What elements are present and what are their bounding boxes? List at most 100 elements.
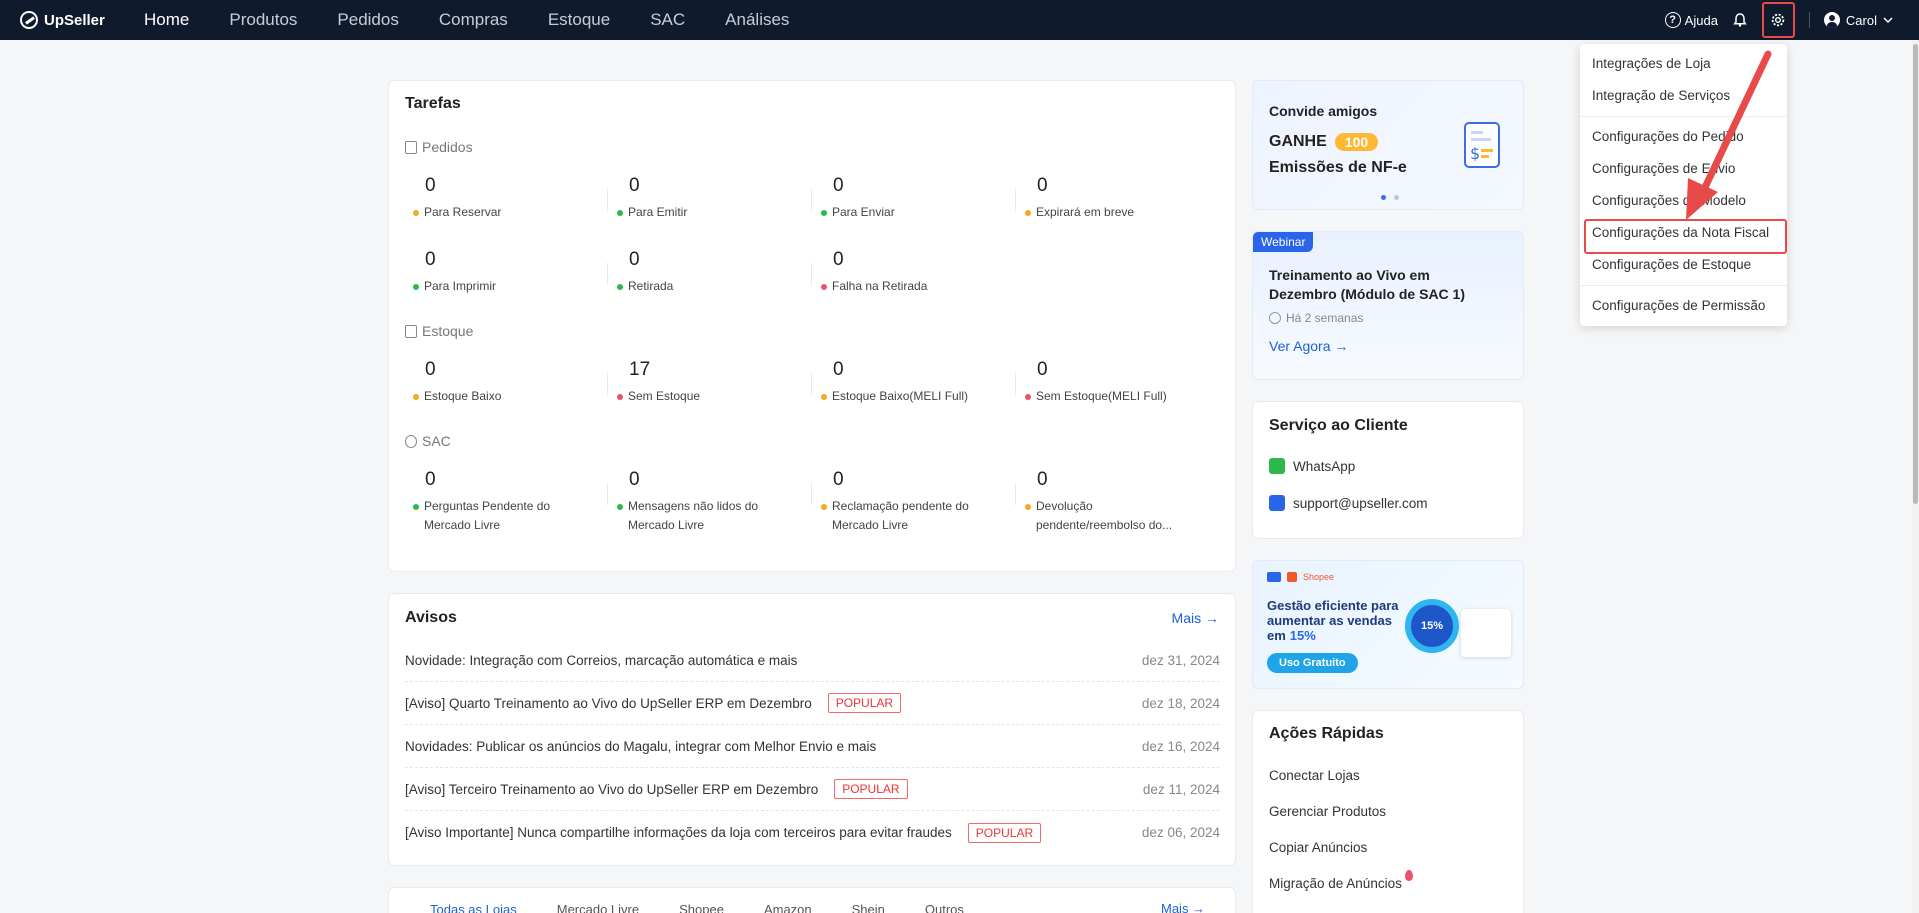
status-dot — [413, 284, 419, 290]
status-dot — [413, 504, 419, 510]
stat-estoque-baixo-full[interactable]: 0 Estoque Baixo(MELI Full) — [821, 359, 1001, 406]
quick-actions-card: Ações Rápidas Conectar Lojas Gerenciar P… — [1252, 710, 1524, 913]
stat-value: 0 — [425, 469, 436, 490]
status-dot — [617, 394, 623, 400]
nav-pedidos[interactable]: Pedidos — [337, 10, 398, 30]
notices-card: Avisos Mais → Novidade: Integração com C… — [388, 593, 1236, 866]
nav-estoque[interactable]: Estoque — [548, 10, 610, 30]
tab-mercado-livre[interactable]: Mercado Livre — [557, 902, 639, 913]
notice-item[interactable]: [Aviso] Terceiro Treinamento ao Vivo do … — [405, 768, 1220, 811]
status-dot — [1025, 394, 1031, 400]
user-name: Carol — [1845, 12, 1877, 28]
brand-logo[interactable]: UpSeller — [20, 11, 120, 29]
partner-logo-icon — [1267, 572, 1281, 582]
promo-cta[interactable]: Uso Gratuito — [1267, 653, 1358, 673]
tab-amazon[interactable]: Amazon — [764, 902, 812, 913]
chevron-down-icon — [1883, 17, 1893, 24]
promo-line2: aumentar as vendas — [1267, 613, 1393, 628]
stat-label: Sem Estoque — [628, 389, 701, 403]
status-dot — [617, 284, 623, 290]
whatsapp-link[interactable]: WhatsApp — [1269, 458, 1355, 474]
quick-action-migration[interactable]: Migração de Anúncios — [1269, 870, 1413, 891]
tab-shopee[interactable]: Shopee — [679, 902, 724, 913]
svg-text:$: $ — [1470, 144, 1480, 163]
stat-sem-estoque[interactable]: 17 Sem Estoque — [617, 359, 797, 406]
logo-icon — [20, 11, 38, 29]
email-link[interactable]: support@upseller.com — [1269, 495, 1428, 511]
bell-icon[interactable] — [1732, 12, 1748, 28]
stat-devolucao[interactable]: 0 Devolução pendente/reembolso do... — [1025, 469, 1185, 535]
page-scrollbar[interactable] — [1912, 40, 1919, 913]
notice-item[interactable]: [Aviso Importante] Nunca compartilhe inf… — [405, 811, 1220, 854]
tab-shein[interactable]: Shein — [852, 902, 885, 913]
nav-produtos[interactable]: Produtos — [229, 10, 297, 30]
stat-sem-estoque-full[interactable]: 0 Sem Estoque(MELI Full) — [1025, 359, 1205, 406]
nav-compras[interactable]: Compras — [439, 10, 508, 30]
notices-more-link[interactable]: Mais → — [1172, 610, 1219, 626]
notice-text: Novidade: Integração com Correios, marca… — [405, 652, 798, 668]
stat-para-emitir[interactable]: 0 Para Emitir — [617, 175, 797, 222]
notice-item[interactable]: Novidade: Integração com Correios, marca… — [405, 639, 1220, 682]
carousel-dot[interactable] — [1394, 195, 1399, 200]
status-dot — [1025, 210, 1031, 216]
stat-mensagens[interactable]: 0 Mensagens não lidos do Mercado Livre — [617, 469, 777, 535]
quick-action-connect[interactable]: Conectar Lojas — [1269, 768, 1360, 783]
divider — [1015, 189, 1016, 211]
divider — [811, 189, 812, 211]
clock-icon — [1269, 312, 1281, 324]
notice-item[interactable]: Novidades: Publicar os anúncios do Magal… — [405, 725, 1220, 768]
webinar-card[interactable]: Webinar Treinamento ao Vivo em Dezembro … — [1252, 231, 1524, 380]
percent-ring-icon: 15% — [1405, 599, 1459, 653]
stat-label: Para Reservar — [424, 205, 502, 219]
stat-retirada[interactable]: 0 Retirada — [617, 249, 797, 296]
invite-title: Convide amigos — [1269, 103, 1378, 119]
whatsapp-label: WhatsApp — [1293, 458, 1356, 474]
stat-value: 0 — [425, 175, 436, 196]
fire-icon — [1404, 870, 1413, 881]
invite-banner[interactable]: Convide amigos GANHE 100 Emissões de NF-… — [1252, 80, 1524, 210]
stat-para-imprimir[interactable]: 0 Para Imprimir — [413, 249, 593, 296]
stat-perguntas[interactable]: 0 Perguntas Pendente do Mercado Livre — [413, 469, 573, 535]
stat-estoque-baixo[interactable]: 0 Estoque Baixo — [413, 359, 593, 406]
nav-sac[interactable]: SAC — [650, 10, 685, 30]
annotation-arrow-icon — [1686, 50, 1772, 220]
promo-banner[interactable]: Shopee Gestão eficiente para aumentar as… — [1252, 560, 1524, 689]
shopee-icon — [1287, 572, 1297, 582]
stat-label: Perguntas Pendente do Mercado Livre — [424, 499, 551, 532]
brand-name: UpSeller — [44, 11, 105, 29]
settings-button[interactable] — [1761, 2, 1795, 38]
invite-ganhe: GANHE — [1269, 133, 1327, 150]
gear-icon — [1772, 13, 1785, 27]
menu-config-permissao[interactable]: Configurações de Permissão — [1592, 298, 1765, 313]
stat-reclamacao[interactable]: 0 Reclamação pendente do Mercado Livre — [821, 469, 981, 535]
notice-item[interactable]: [Aviso] Quarto Treinamento ao Vivo do Up… — [405, 682, 1220, 725]
stat-value: 0 — [1037, 175, 1048, 196]
scrollbar-thumb[interactable] — [1913, 44, 1918, 504]
status-dot — [617, 504, 623, 510]
webinar-cta[interactable]: Ver Agora → — [1269, 338, 1348, 354]
user-menu[interactable]: Carol — [1823, 12, 1893, 28]
stat-label: Para Emitir — [628, 205, 688, 219]
nav-analises[interactable]: Análises — [725, 10, 789, 30]
promo-line1: Gestão eficiente para — [1267, 598, 1399, 613]
menu-config-estoque[interactable]: Configurações de Estoque — [1592, 257, 1751, 272]
stat-falha-retirada[interactable]: 0 Falha na Retirada — [821, 249, 1001, 296]
stat-value: 17 — [629, 359, 651, 380]
support-title: Serviço ao Cliente — [1269, 417, 1408, 434]
stat-para-enviar[interactable]: 0 Para Enviar — [821, 175, 1001, 222]
nav-home[interactable]: Home — [144, 10, 189, 30]
notice-text: [Aviso] Terceiro Treinamento ao Vivo do … — [405, 781, 819, 797]
help-button[interactable]: ? Ajuda — [1664, 12, 1718, 28]
tab-outros[interactable]: Outros — [925, 902, 964, 913]
tab-todas-lojas[interactable]: Todas as Lojas — [430, 902, 517, 913]
stores-more-link[interactable]: Mais → — [1161, 901, 1205, 913]
notice-text: Novidades: Publicar os anúncios do Magal… — [405, 738, 877, 754]
stat-para-reservar[interactable]: 0 Para Reservar — [413, 175, 593, 222]
quick-action-products[interactable]: Gerenciar Produtos — [1269, 804, 1386, 819]
stat-expirara[interactable]: 0 Expirará em breve — [1025, 175, 1205, 222]
status-dot — [821, 284, 827, 290]
stat-label: Reclamação pendente do Mercado Livre — [832, 499, 969, 532]
quick-action-copy[interactable]: Copiar Anúncios — [1269, 840, 1367, 855]
carousel-dot-active[interactable] — [1381, 195, 1386, 200]
stat-value: 0 — [629, 175, 640, 196]
